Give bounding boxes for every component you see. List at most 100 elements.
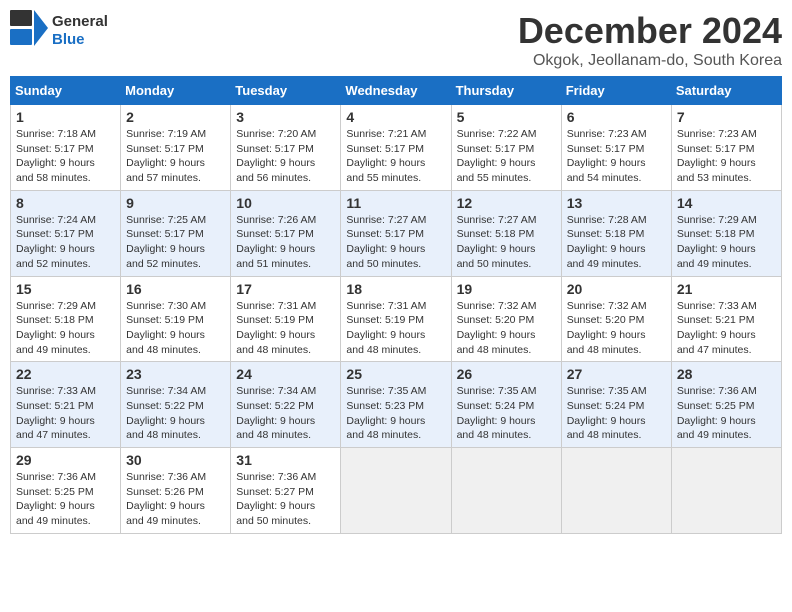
calendar-day-cell: 6 Sunrise: 7:23 AMSunset: 5:17 PMDaylight… bbox=[561, 105, 671, 191]
calendar-week-row: 8Sunrise: 7:24 AMSunset: 5:17 PMDaylight… bbox=[11, 190, 782, 276]
day-number: 17 bbox=[236, 281, 335, 297]
day-number: 16 bbox=[126, 281, 225, 297]
calendar-day-cell: 8Sunrise: 7:24 AMSunset: 5:17 PMDaylight… bbox=[11, 190, 121, 276]
day-number: 13 bbox=[567, 195, 666, 211]
day-info: Sunrise: 7:24 AMSunset: 5:17 PMDaylight:… bbox=[16, 213, 115, 272]
page-header: General Blue December 2024 Okgok, Jeolla… bbox=[10, 10, 782, 70]
calendar-day-cell: 1 Sunrise: 7:18 AMSunset: 5:17 PMDaylight… bbox=[11, 105, 121, 191]
calendar-day-cell: 2Sunrise: 7:19 AMSunset: 5:17 PMDaylight… bbox=[121, 105, 231, 191]
day-info: Sunrise: 7:29 AMSunset: 5:18 PMDaylight:… bbox=[16, 299, 115, 358]
day-number: 28 bbox=[677, 366, 776, 382]
day-number: 29 bbox=[16, 452, 115, 468]
day-info: Sunrise: 7:36 AMSunset: 5:25 PMDaylight:… bbox=[677, 384, 776, 443]
calendar-day-cell: 20Sunrise: 7:32 AMSunset: 5:20 PMDayligh… bbox=[561, 276, 671, 362]
day-number: 2 bbox=[126, 109, 225, 125]
month-title: December 2024 bbox=[518, 10, 782, 52]
calendar-day-cell: 17 Sunrise: 7:31 AMSunset: 5:19 PMDayligh… bbox=[231, 276, 341, 362]
weekday-header: Thursday bbox=[451, 77, 561, 105]
day-number: 31 bbox=[236, 452, 335, 468]
weekday-header: Sunday bbox=[11, 77, 121, 105]
day-info: Sunrise: 7:36 AMSunset: 5:25 PMDaylight:… bbox=[16, 470, 115, 529]
day-info: Sunrise: 7:32 AMSunset: 5:20 PMDaylight:… bbox=[457, 299, 556, 358]
calendar-day-cell: 3 Sunrise: 7:20 AMSunset: 5:17 PMDaylight… bbox=[231, 105, 341, 191]
day-info: Sunrise: 7:21 AMSunset: 5:17 PMDaylight:… bbox=[346, 127, 445, 186]
calendar-day-cell: 15 Sunrise: 7:29 AMSunset: 5:18 PMDayligh… bbox=[11, 276, 121, 362]
title-block: December 2024 Okgok, Jeollanam-do, South… bbox=[518, 10, 782, 70]
day-info: Sunrise: 7:23 AMSunset: 5:17 PMDaylight:… bbox=[677, 127, 776, 186]
calendar-day-cell: 10Sunrise: 7:26 AMSunset: 5:17 PMDayligh… bbox=[231, 190, 341, 276]
logo-icon-wrapper bbox=[10, 10, 48, 51]
day-number: 27 bbox=[567, 366, 666, 382]
calendar-day-cell: 28 Sunrise: 7:36 AMSunset: 5:25 PMDayligh… bbox=[671, 362, 781, 448]
calendar-day-cell: 27 Sunrise: 7:35 AMSunset: 5:24 PMDayligh… bbox=[561, 362, 671, 448]
day-info: Sunrise: 7:36 AMSunset: 5:26 PMDaylight:… bbox=[126, 470, 225, 529]
day-number: 7 bbox=[677, 109, 776, 125]
logo-general-text: General bbox=[52, 13, 108, 30]
day-number: 4 bbox=[346, 109, 445, 125]
calendar-day-cell: 4 Sunrise: 7:21 AMSunset: 5:17 PMDaylight… bbox=[341, 105, 451, 191]
calendar-day-cell: 24 Sunrise: 7:34 AMSunset: 5:22 PMDayligh… bbox=[231, 362, 341, 448]
calendar-week-row: 15 Sunrise: 7:29 AMSunset: 5:18 PMDayligh… bbox=[11, 276, 782, 362]
day-number: 3 bbox=[236, 109, 335, 125]
logo-container: General Blue bbox=[10, 10, 108, 51]
calendar-day-cell: 23 Sunrise: 7:34 AMSunset: 5:22 PMDayligh… bbox=[121, 362, 231, 448]
day-info: Sunrise: 7:27 AMSunset: 5:18 PMDaylight:… bbox=[457, 213, 556, 272]
weekday-header-row: SundayMondayTuesdayWednesdayThursdayFrid… bbox=[11, 77, 782, 105]
logo: General Blue bbox=[10, 10, 108, 51]
day-info: Sunrise: 7:30 AMSunset: 5:19 PMDaylight:… bbox=[126, 299, 225, 358]
day-info: Sunrise: 7:34 AMSunset: 5:22 PMDaylight:… bbox=[236, 384, 335, 443]
day-number: 11 bbox=[346, 195, 445, 211]
day-info: Sunrise: 7:35 AMSunset: 5:23 PMDaylight:… bbox=[346, 384, 445, 443]
calendar-day-cell: 7 Sunrise: 7:23 AMSunset: 5:17 PMDaylight… bbox=[671, 105, 781, 191]
day-number: 22 bbox=[16, 366, 115, 382]
calendar-day-cell bbox=[341, 448, 451, 534]
day-info: Sunrise: 7:31 AMSunset: 5:19 PMDaylight:… bbox=[236, 299, 335, 358]
day-info: Sunrise: 7:27 AMSunset: 5:17 PMDaylight:… bbox=[346, 213, 445, 272]
day-number: 1 bbox=[16, 109, 115, 125]
day-info: Sunrise: 7:18 AMSunset: 5:17 PMDaylight:… bbox=[16, 127, 115, 186]
calendar-day-cell: 16 Sunrise: 7:30 AMSunset: 5:19 PMDayligh… bbox=[121, 276, 231, 362]
calendar-day-cell: 30 Sunrise: 7:36 AMSunset: 5:26 PMDayligh… bbox=[121, 448, 231, 534]
day-number: 19 bbox=[457, 281, 556, 297]
day-info: Sunrise: 7:22 AMSunset: 5:17 PMDaylight:… bbox=[457, 127, 556, 186]
day-info: Sunrise: 7:29 AMSunset: 5:18 PMDaylight:… bbox=[677, 213, 776, 272]
calendar-day-cell: 9Sunrise: 7:25 AMSunset: 5:17 PMDaylight… bbox=[121, 190, 231, 276]
calendar-day-cell bbox=[671, 448, 781, 534]
day-number: 15 bbox=[16, 281, 115, 297]
calendar-week-row: 22Sunrise: 7:33 AMSunset: 5:21 PMDayligh… bbox=[11, 362, 782, 448]
logo-blue-text: Blue bbox=[52, 31, 108, 48]
day-info: Sunrise: 7:25 AMSunset: 5:17 PMDaylight:… bbox=[126, 213, 225, 272]
day-info: Sunrise: 7:23 AMSunset: 5:17 PMDaylight:… bbox=[567, 127, 666, 186]
calendar-day-cell: 19 Sunrise: 7:32 AMSunset: 5:20 PMDayligh… bbox=[451, 276, 561, 362]
day-number: 21 bbox=[677, 281, 776, 297]
weekday-header: Wednesday bbox=[341, 77, 451, 105]
day-number: 24 bbox=[236, 366, 335, 382]
calendar-day-cell bbox=[451, 448, 561, 534]
day-info: Sunrise: 7:33 AMSunset: 5:21 PMDaylight:… bbox=[677, 299, 776, 358]
calendar-day-cell: 21 Sunrise: 7:33 AMSunset: 5:21 PMDayligh… bbox=[671, 276, 781, 362]
day-number: 5 bbox=[457, 109, 556, 125]
calendar-day-cell bbox=[561, 448, 671, 534]
calendar-day-cell: 25Sunrise: 7:35 AMSunset: 5:23 PMDayligh… bbox=[341, 362, 451, 448]
calendar-day-cell: 5 Sunrise: 7:22 AMSunset: 5:17 PMDaylight… bbox=[451, 105, 561, 191]
day-info: Sunrise: 7:20 AMSunset: 5:17 PMDaylight:… bbox=[236, 127, 335, 186]
day-number: 14 bbox=[677, 195, 776, 211]
day-info: Sunrise: 7:36 AMSunset: 5:27 PMDaylight:… bbox=[236, 470, 335, 529]
day-info: Sunrise: 7:35 AMSunset: 5:24 PMDaylight:… bbox=[457, 384, 556, 443]
calendar-day-cell: 11 Sunrise: 7:27 AMSunset: 5:17 PMDayligh… bbox=[341, 190, 451, 276]
day-info: Sunrise: 7:34 AMSunset: 5:22 PMDaylight:… bbox=[126, 384, 225, 443]
day-number: 6 bbox=[567, 109, 666, 125]
day-number: 30 bbox=[126, 452, 225, 468]
weekday-header: Tuesday bbox=[231, 77, 341, 105]
day-info: Sunrise: 7:26 AMSunset: 5:17 PMDaylight:… bbox=[236, 213, 335, 272]
weekday-header: Saturday bbox=[671, 77, 781, 105]
day-info: Sunrise: 7:32 AMSunset: 5:20 PMDaylight:… bbox=[567, 299, 666, 358]
day-number: 23 bbox=[126, 366, 225, 382]
weekday-header: Monday bbox=[121, 77, 231, 105]
subtitle: Okgok, Jeollanam-do, South Korea bbox=[518, 52, 782, 70]
calendar-table: SundayMondayTuesdayWednesdayThursdayFrid… bbox=[10, 76, 782, 534]
day-info: Sunrise: 7:35 AMSunset: 5:24 PMDaylight:… bbox=[567, 384, 666, 443]
calendar-week-row: 29 Sunrise: 7:36 AMSunset: 5:25 PMDayligh… bbox=[11, 448, 782, 534]
calendar-day-cell: 13Sunrise: 7:28 AMSunset: 5:18 PMDayligh… bbox=[561, 190, 671, 276]
calendar-day-cell: 29 Sunrise: 7:36 AMSunset: 5:25 PMDayligh… bbox=[11, 448, 121, 534]
